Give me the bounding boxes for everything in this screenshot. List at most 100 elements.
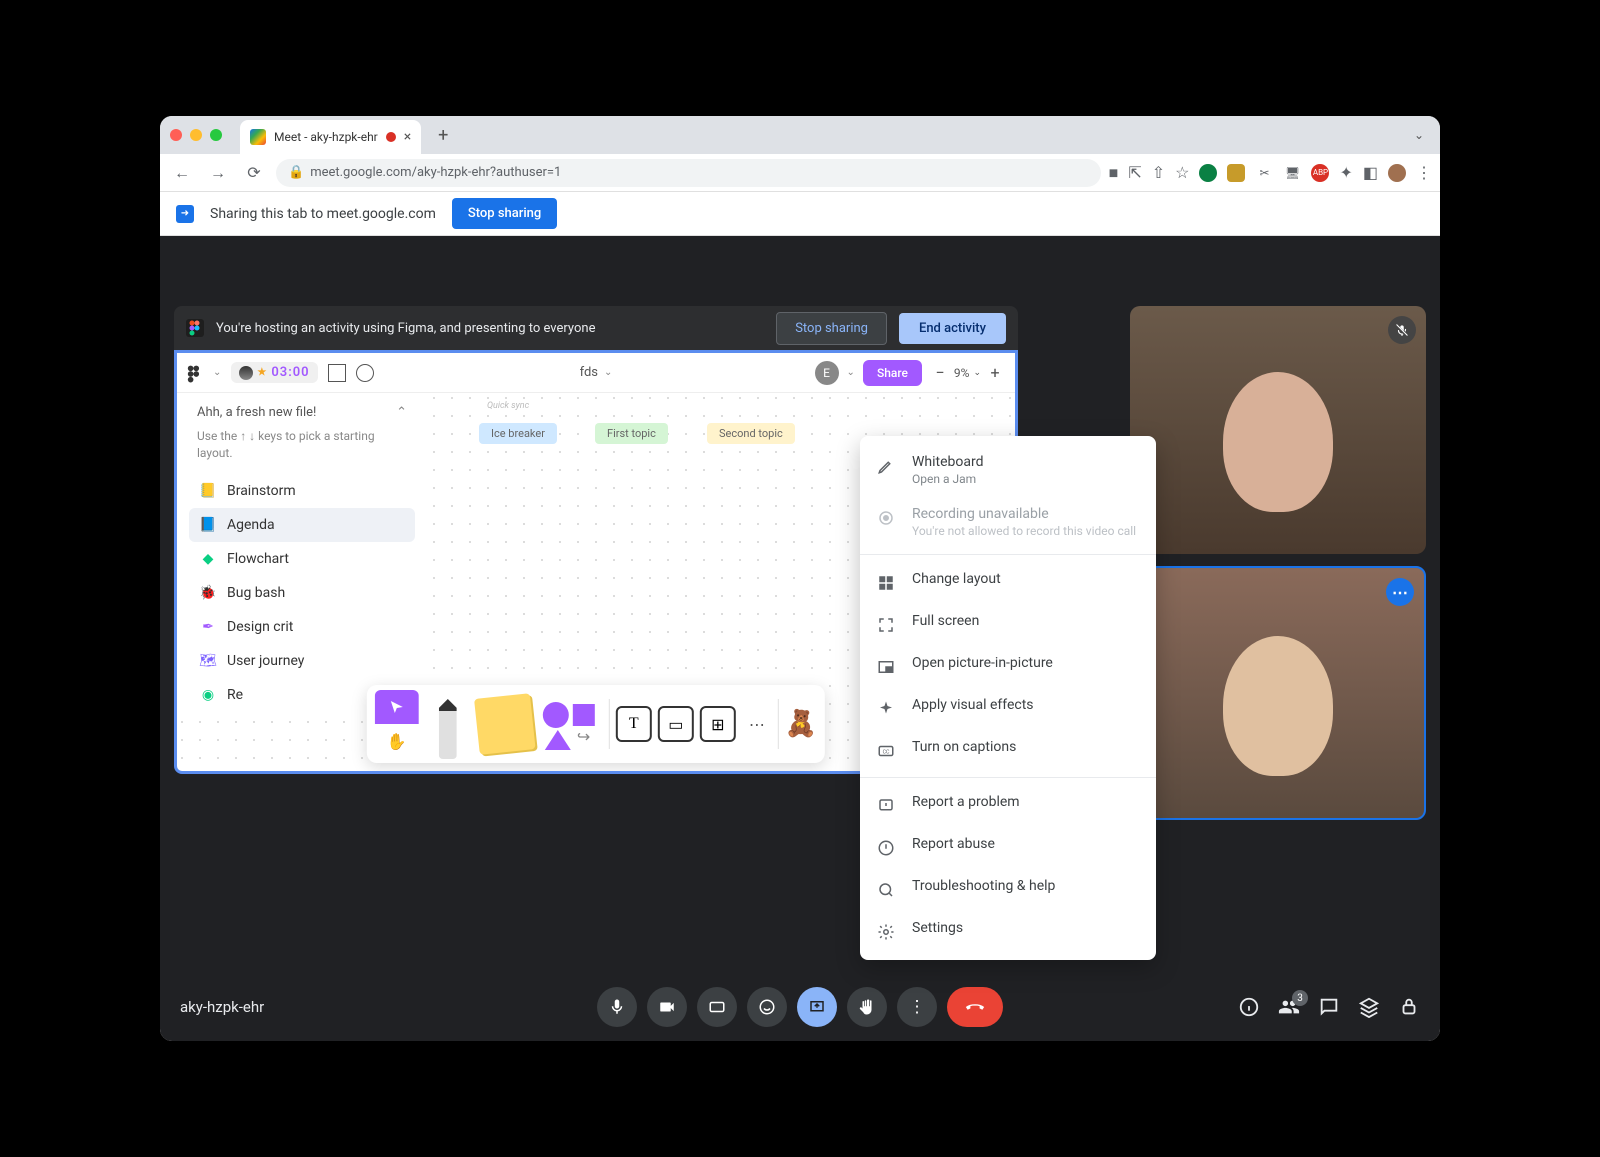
browser-window: Meet - aky-hzpk-ehr × + ⌄ ← → ⟳ 🔒 meet.g… [160, 116, 1440, 1041]
template-brainstorm[interactable]: 📒Brainstorm [189, 474, 415, 508]
participant-video [1223, 372, 1333, 512]
video-tile-participant-1[interactable] [1130, 306, 1426, 554]
tool-text[interactable]: T [616, 706, 652, 742]
extension-display-icon[interactable]: 🖥 [1283, 164, 1301, 182]
more-options-menu: WhiteboardOpen a Jam Recording unavailab… [860, 436, 1156, 960]
template-userjourney[interactable]: 🗺User journey [189, 644, 415, 678]
sparkle-icon [876, 699, 896, 719]
tool-pencil[interactable] [425, 689, 471, 759]
extension-green-icon[interactable] [1199, 164, 1217, 182]
zoom-in-button[interactable]: + [985, 363, 1005, 382]
lock-icon: 🔒 [288, 165, 304, 180]
chevron-down-icon[interactable]: ⌄ [847, 367, 855, 378]
info-button[interactable] [1238, 996, 1260, 1018]
doc-title[interactable]: fds ⌄ [580, 365, 613, 380]
extensions-icon[interactable]: ✦ [1339, 163, 1352, 182]
tool-table[interactable]: ⊞ [700, 706, 736, 742]
zoom-out-button[interactable]: − [930, 363, 950, 382]
camera-button[interactable] [647, 987, 687, 1027]
menu-pip[interactable]: Open picture-in-picture [860, 645, 1156, 687]
menu-settings[interactable]: Settings [860, 910, 1156, 952]
back-button[interactable]: ← [168, 159, 196, 187]
zoom-level[interactable]: 9% [954, 366, 970, 380]
traffic-lights [170, 129, 222, 141]
present-button[interactable] [797, 987, 837, 1027]
tool-sticky[interactable] [477, 696, 533, 752]
collapse-icon[interactable]: ⌃ [396, 405, 407, 420]
user-avatar[interactable]: E [815, 361, 839, 385]
people-button[interactable]: 3 [1278, 996, 1300, 1018]
video-tile-participant-2[interactable]: ⋯ [1130, 566, 1426, 820]
menu-troubleshooting[interactable]: Troubleshooting & help [860, 868, 1156, 910]
raise-hand-button[interactable] [847, 987, 887, 1027]
new-tab-button[interactable]: + [429, 121, 457, 149]
window-minimize[interactable] [190, 129, 202, 141]
template-designcrit[interactable]: ✒Design crit [189, 610, 415, 644]
extension-abp-icon[interactable]: ABP [1311, 164, 1329, 182]
timer-avatar-icon [239, 366, 253, 380]
participant-video [1223, 636, 1333, 776]
activity-stop-sharing-button[interactable]: Stop sharing [776, 312, 887, 345]
extension-scissors-icon[interactable]: ✂ [1255, 164, 1273, 182]
chevron-down-icon[interactable]: ⌄ [213, 367, 221, 378]
pen-icon: ✒ [199, 618, 217, 636]
stop-sharing-button[interactable]: Stop sharing [452, 198, 557, 229]
timer[interactable]: ★ 03:00 [231, 362, 317, 383]
tool-section[interactable]: ▭ [658, 706, 694, 742]
menu-fullscreen[interactable]: Full screen [860, 603, 1156, 645]
window-maximize[interactable] [210, 129, 222, 141]
extension-yellow-icon[interactable] [1227, 164, 1245, 182]
browser-menu-icon[interactable]: ⋮ [1416, 163, 1432, 182]
layout-icon[interactable] [328, 364, 346, 382]
tool-hand[interactable]: ✋ [375, 724, 419, 758]
template-bugbash[interactable]: 🐞Bug bash [189, 576, 415, 610]
camera-icon[interactable]: ■ [1109, 163, 1119, 183]
comment-icon[interactable] [356, 364, 374, 382]
forward-button[interactable]: → [204, 159, 232, 187]
tag-icebreaker[interactable]: Ice breaker [479, 423, 557, 444]
window-close[interactable] [170, 129, 182, 141]
tag-firsttopic[interactable]: First topic [595, 423, 668, 444]
mic-button[interactable] [597, 987, 637, 1027]
chevron-down-icon[interactable]: ⌄ [973, 368, 981, 378]
reload-button[interactable]: ⟳ [240, 159, 268, 187]
sidepanel-icon[interactable]: ◧ [1363, 163, 1378, 182]
captions-button[interactable] [697, 987, 737, 1027]
tool-select-group: ✋ [375, 690, 419, 758]
menu-report-abuse[interactable]: Report abuse [860, 826, 1156, 868]
profile-avatar[interactable] [1388, 164, 1406, 182]
tool-more-icon[interactable]: ⋯ [742, 715, 772, 734]
feedback-icon [876, 796, 896, 816]
end-activity-button[interactable]: End activity [899, 313, 1006, 344]
tool-shapes[interactable]: ↪ [539, 694, 603, 754]
upload-icon[interactable]: ⇧ [1152, 163, 1165, 182]
browser-tab[interactable]: Meet - aky-hzpk-ehr × [240, 120, 421, 154]
figma-menu-icon[interactable] [187, 365, 203, 381]
tab-overflow-icon[interactable]: ⌄ [1408, 128, 1430, 142]
url-field[interactable]: 🔒 meet.google.com/aky-hzpk-ehr?authuser=… [276, 159, 1101, 187]
star-icon[interactable]: ☆ [1175, 163, 1189, 182]
tool-stamp[interactable]: 🧸 [785, 709, 817, 739]
chat-button[interactable] [1318, 996, 1340, 1018]
tool-select[interactable] [375, 690, 419, 724]
figjam-share-button[interactable]: Share [863, 360, 922, 386]
tag-secondtopic[interactable]: Second topic [707, 423, 795, 444]
menu-whiteboard[interactable]: WhiteboardOpen a Jam [860, 444, 1156, 496]
close-tab-icon[interactable]: × [404, 129, 411, 145]
map-icon: 🗺 [199, 652, 217, 670]
template-agenda[interactable]: 📘Agenda [189, 508, 415, 542]
fresh-file-heading: Ahh, a fresh new file! ⌃ [189, 401, 415, 424]
menu-captions[interactable]: CC Turn on captions [860, 729, 1156, 771]
tile-more-icon[interactable]: ⋯ [1386, 578, 1414, 606]
menu-visual-effects[interactable]: Apply visual effects [860, 687, 1156, 729]
end-call-button[interactable] [947, 987, 1003, 1027]
meet-bottom-bar: aky-hzpk-ehr ⋮ 3 [160, 973, 1440, 1041]
template-flowchart[interactable]: ◆Flowchart [189, 542, 415, 576]
reactions-button[interactable] [747, 987, 787, 1027]
menu-change-layout[interactable]: Change layout [860, 561, 1156, 603]
menu-report-problem[interactable]: Report a problem [860, 784, 1156, 826]
share-icon[interactable]: ⇱ [1128, 163, 1141, 182]
more-button[interactable]: ⋮ [897, 987, 937, 1027]
activities-button[interactable] [1358, 996, 1380, 1018]
host-controls-button[interactable] [1398, 996, 1420, 1018]
